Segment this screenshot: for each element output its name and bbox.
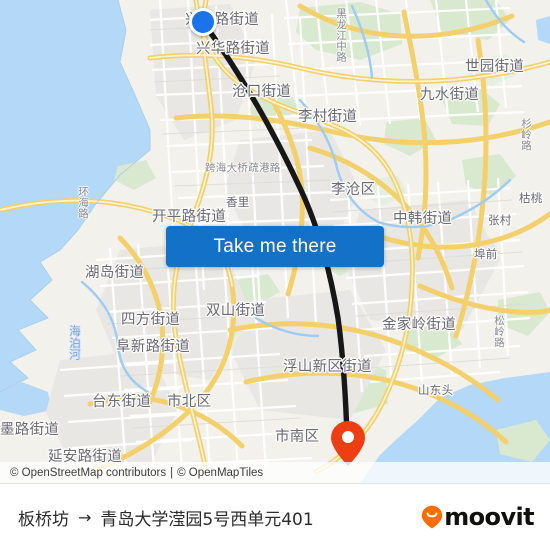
origin-marker-icon[interactable] bbox=[189, 8, 217, 36]
trip-destination-label: 青岛大学滢园5号西单元401 bbox=[100, 509, 314, 530]
arrow-right-icon: → bbox=[78, 507, 92, 527]
trip-footer-bar: 板桥坊 → 青岛大学滢园5号西单元401 moovit bbox=[0, 483, 550, 550]
openmaptiles-attribution-link[interactable]: © OpenMapTiles bbox=[177, 467, 263, 479]
osm-attribution-link[interactable]: © OpenStreetMap contributors bbox=[10, 467, 166, 479]
take-me-there-button[interactable]: Take me there bbox=[166, 226, 384, 267]
destination-marker-icon[interactable] bbox=[330, 420, 366, 468]
map-canvas[interactable]: 兴城路街道 兴华路街道 沧口街道 李村街道 黑龙江中路 世园街道 九水街道 李沧区 中韩街道 枯桃… bbox=[0, 0, 550, 483]
trip-origin-label: 板桥坊 bbox=[18, 509, 69, 530]
take-me-there-label: Take me there bbox=[213, 235, 337, 257]
moovit-wordmark: moovit bbox=[444, 503, 534, 531]
moovit-logo[interactable]: moovit bbox=[421, 503, 535, 531]
trip-summary: 板桥坊 → 青岛大学滢园5号西单元401 bbox=[18, 505, 421, 530]
moovit-trip-map-screen: 兴城路街道 兴华路街道 沧口街道 李村街道 黑龙江中路 世园街道 九水街道 李沧区 中韩街道 枯桃… bbox=[0, 0, 550, 550]
attribution-separator: | bbox=[170, 466, 174, 479]
moovit-pin-icon bbox=[422, 505, 443, 529]
map-attribution: © OpenStreetMap contributors | © OpenMap… bbox=[0, 462, 550, 483]
